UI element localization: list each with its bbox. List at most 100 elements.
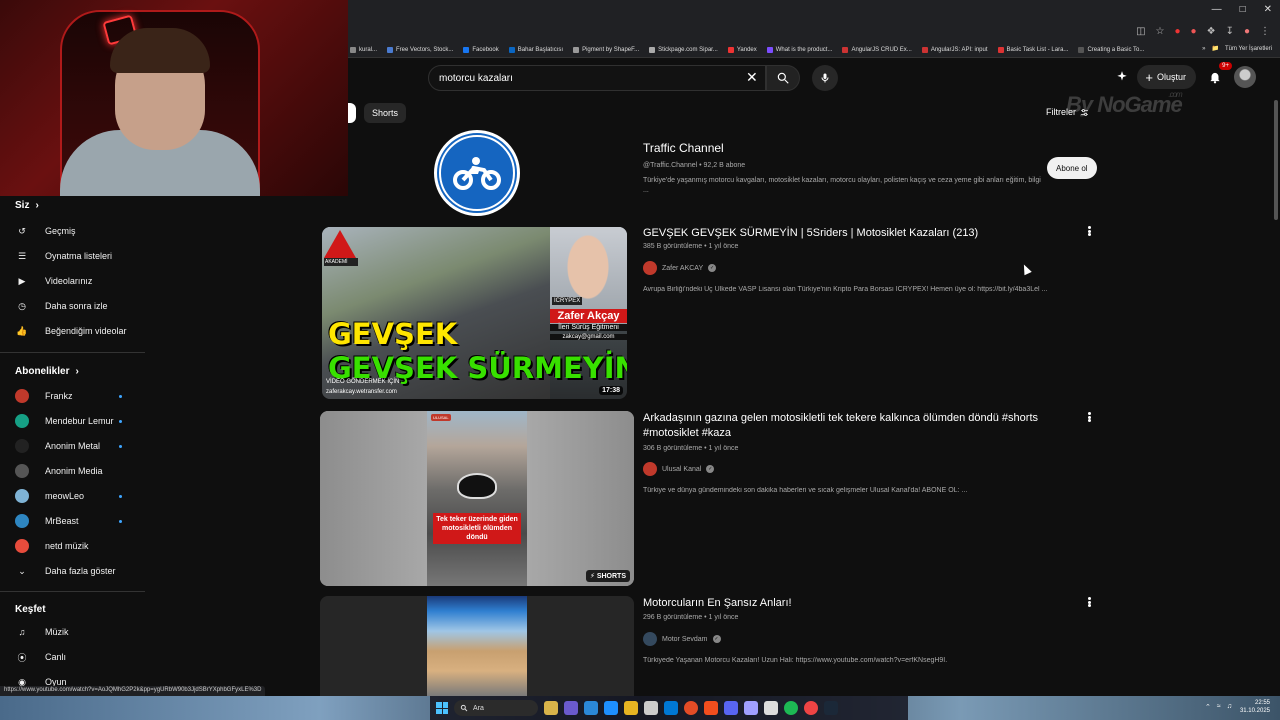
sidebar-item[interactable]: ⌄ Daha fazla göster [15, 562, 140, 580]
bookmark-item[interactable]: Facebook [463, 46, 499, 53]
video-menu-icon[interactable] [1084, 595, 1094, 609]
notifications-button[interactable]: 9+ [1204, 62, 1232, 88]
video-thumbnail[interactable] [320, 596, 634, 696]
ai-sparkle-icon[interactable] [1115, 70, 1129, 84]
account-avatar[interactable] [1234, 66, 1256, 88]
edge-icon[interactable] [584, 701, 598, 715]
volume-icon[interactable]: ♫ [1227, 703, 1232, 711]
video-channel[interactable]: Ulusal Kanal ✓ [643, 462, 715, 476]
minimize-icon[interactable]: — [1212, 4, 1222, 15]
chevron-up-icon[interactable]: ⌃ [1205, 703, 1211, 711]
app-icon[interactable] [564, 701, 578, 715]
shorts-badge: ⚡ SHORTS [585, 570, 630, 582]
sidebar-item[interactable]: ↺ Geçmiş [15, 222, 140, 240]
sidebar-item[interactable]: Anonim Media [15, 462, 140, 480]
store-icon[interactable] [604, 701, 618, 715]
bookmark-item[interactable]: Pigment by ShapeF... [573, 46, 639, 53]
video-menu-icon[interactable] [1084, 410, 1094, 424]
sidebar-item[interactable]: MrBeast [15, 512, 140, 530]
more-icon[interactable]: ⋮ [1260, 26, 1270, 37]
video-title[interactable]: Arkadaşının gazına gelen motosikletli te… [643, 411, 1063, 441]
voice-search-button[interactable] [812, 65, 838, 91]
file-explorer-icon[interactable] [544, 701, 558, 715]
clear-search-icon[interactable]: ✕ [746, 69, 758, 86]
video-description: Avrupa Birliği'ndeki Üç Ülkede VASP Lisa… [643, 286, 1048, 293]
bookmark-favicon-icon [649, 46, 656, 53]
notepad-icon[interactable] [644, 701, 658, 715]
sidebar-item[interactable]: meowLeo [15, 487, 140, 505]
app-icon[interactable] [804, 701, 818, 715]
bookmark-item[interactable]: Bahar Başlatıcısı [508, 46, 563, 53]
channel-logo[interactable] [434, 130, 520, 216]
search-button[interactable] [766, 65, 800, 91]
cast-icon[interactable]: ◫ [1136, 26, 1145, 37]
profile-icon[interactable]: ● [1244, 26, 1250, 37]
sidebar-item[interactable]: ♫ Müzik [15, 623, 140, 641]
video-thumbnail[interactable]: AKADEMİ ICRYPEX Zafer Akçay İleri Sürüş … [322, 227, 627, 399]
subscriptions-title[interactable]: Abonelikler › [15, 366, 79, 377]
downloads-icon[interactable]: ↧ [1226, 26, 1234, 37]
bookmark-item[interactable]: Basic Task List - Lara... [997, 46, 1068, 53]
bookmark-item[interactable]: Creating a Basic To... [1078, 46, 1144, 53]
sidebar-item[interactable]: ☰ Oynatma listeleri [15, 247, 140, 265]
sidebar-item[interactable]: Mendebur Lemur [15, 412, 140, 430]
extension-icon[interactable]: ● [1191, 26, 1197, 37]
chip-shorts[interactable]: Shorts [364, 103, 407, 123]
mic-icon [821, 73, 829, 83]
streamer-hair [110, 28, 210, 73]
taskbar-search[interactable]: Ara [454, 700, 538, 716]
discord-icon[interactable] [724, 701, 738, 715]
sidebar-item[interactable]: Anonim Metal [15, 437, 140, 455]
taskbar-clock[interactable]: 22:55 31.10.2025 [1240, 699, 1270, 715]
wifi-icon[interactable]: ≈ [1217, 703, 1221, 711]
video-title[interactable]: GEVŞEK GEVŞEK SÜRMEYİN | 5Sriders | Moto… [643, 226, 1063, 241]
sidebar-item[interactable]: 👍 Beğendiğim videolar [15, 322, 140, 340]
windows-start-icon[interactable] [436, 702, 448, 714]
system-tray[interactable]: ⌃ ≈ ♫ [1205, 703, 1232, 711]
you-section-title[interactable]: Siz › [15, 200, 39, 211]
steam-icon[interactable] [764, 701, 778, 715]
search-input[interactable]: motorcu kazaları [428, 65, 766, 91]
steam-client-icon[interactable] [824, 701, 838, 715]
channel-avatar [643, 462, 657, 476]
bookmark-item[interactable]: AngularJS: API: input [921, 46, 988, 53]
bookmark-item[interactable]: What is the product... [766, 46, 833, 53]
bookmark-item[interactable]: Stickpage.com Sipar... [649, 46, 718, 53]
chip-all[interactable] [348, 103, 356, 123]
video-channel[interactable]: Motor Sevdam ✓ [643, 632, 721, 646]
folder-icon: 📁 [1211, 46, 1219, 52]
video-menu-icon[interactable] [1084, 224, 1094, 238]
bookmark-label: What is the product... [775, 46, 833, 53]
mail-icon[interactable] [664, 701, 678, 715]
chevron-down-icon: ⌄ [18, 565, 26, 576]
bookmark-item[interactable]: Yandex [727, 46, 757, 53]
bookmark-item[interactable]: Free Vectors, Stock... [387, 46, 453, 53]
scrollbar[interactable] [1272, 60, 1280, 696]
folder-icon[interactable] [624, 701, 638, 715]
all-bookmarks[interactable]: » 📁 Tüm Yer İşaretleri [1202, 45, 1272, 53]
bookmark-item[interactable]: AngularJS CRUD Ex... [842, 46, 912, 53]
bookmark-item[interactable]: kural... [350, 46, 377, 53]
subscribe-button[interactable]: Abone ol [1047, 157, 1097, 179]
sidebar-item[interactable]: netd müzik [15, 537, 140, 555]
spotify-icon[interactable] [784, 701, 798, 715]
figma-icon[interactable] [704, 701, 718, 715]
extension-icon[interactable]: ● [1175, 26, 1181, 37]
sidebar-item[interactable]: ▶ Videolarınız [15, 272, 140, 290]
chrome-icon[interactable] [684, 701, 698, 715]
channel-meta: @Traffic.Channel • 92,2 B abone [643, 162, 746, 169]
star-icon[interactable]: ☆ [1156, 26, 1165, 37]
close-icon[interactable]: ✕ [1264, 4, 1272, 15]
sidebar-item[interactable]: Frankz [15, 387, 140, 405]
sidebar-item[interactable]: ◷ Daha sonra izle [15, 297, 140, 315]
short-thumbnail[interactable]: ULUSAL Tek teker üzerinde giden motosikl… [320, 411, 634, 586]
video-channel[interactable]: Zafer AKCAY ✓ [643, 261, 717, 275]
puzzle-icon[interactable]: ❖ [1207, 26, 1216, 37]
maximize-icon[interactable]: □ [1240, 4, 1246, 15]
channel-name[interactable]: Traffic Channel [643, 141, 724, 155]
video-title[interactable]: Motorcuların En Şansız Anları! [643, 596, 1063, 611]
scrollbar-thumb[interactable] [1274, 100, 1278, 220]
create-button[interactable]: + Oluştur [1137, 65, 1196, 89]
sidebar-item[interactable]: ⦿ Canlı [15, 648, 140, 666]
obs-icon[interactable] [744, 701, 758, 715]
